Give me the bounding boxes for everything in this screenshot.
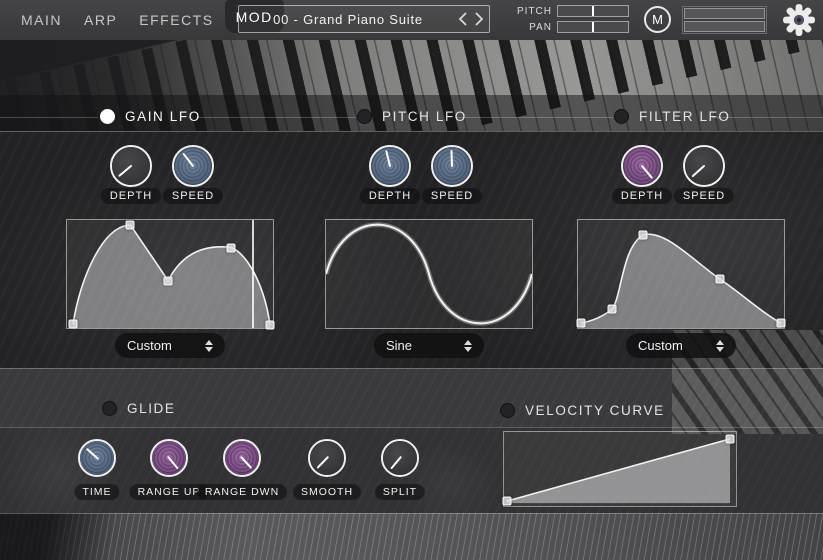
glide-range-down-label: RANGE DWN — [197, 484, 287, 500]
preset-next-icon[interactable] — [473, 11, 486, 27]
filter-lfo-section: DEPTH SPEED Custom — [577, 131, 785, 368]
preset-name: 00 - Grand Piano Suite — [239, 12, 457, 27]
pitch-label: PITCH — [505, 6, 557, 17]
gain-speed-knob[interactable] — [172, 145, 214, 187]
gain-depth-knob[interactable] — [110, 145, 152, 187]
header-rule — [196, 117, 356, 118]
pan-slider[interactable] — [557, 21, 629, 33]
gain-lfo-title: GAIN LFO — [125, 109, 201, 124]
glide-split-knob[interactable] — [381, 439, 419, 477]
select-arrows-icon — [464, 340, 472, 352]
glide-split-label: SPLIT — [375, 484, 425, 500]
curve-handle[interactable] — [68, 320, 77, 329]
pitch-depth-label: DEPTH — [360, 188, 420, 204]
curve-handle[interactable] — [639, 230, 648, 239]
curve-handle[interactable] — [715, 274, 724, 283]
divider — [0, 513, 823, 514]
filter-wave-select[interactable]: Custom — [626, 333, 736, 358]
curve-handle[interactable] — [126, 220, 135, 229]
piano-strings-background — [0, 513, 823, 560]
gain-wave-editor[interactable] — [66, 219, 274, 329]
pitch-lfo-section: DEPTH SPEED Sine — [325, 131, 533, 368]
curve-handle[interactable] — [777, 319, 786, 328]
glide-time-knob[interactable] — [78, 439, 116, 477]
preset-selector[interactable]: 00 - Grand Piano Suite — [238, 5, 490, 33]
tab-arp[interactable]: ARP — [73, 0, 128, 40]
pitch-speed-label: SPEED — [422, 188, 482, 204]
top-bar: MAIN ARP EFFECTS MOD 00 - Grand Piano Su… — [0, 0, 823, 40]
gain-lfo-toggle[interactable] — [100, 109, 115, 124]
filter-speed-knob[interactable] — [683, 145, 725, 187]
tab-main[interactable]: MAIN — [10, 0, 73, 40]
glide-time-label: TIME — [74, 484, 119, 500]
pitch-lfo-toggle[interactable] — [357, 109, 372, 124]
preset-prev-icon[interactable] — [457, 11, 470, 27]
curve-handle[interactable] — [227, 243, 236, 252]
filter-lfo-title: FILTER LFO — [639, 109, 731, 124]
settings-gear-icon[interactable] — [782, 3, 816, 37]
curve-handle[interactable] — [607, 305, 616, 314]
pitch-depth-knob[interactable] — [369, 145, 411, 187]
header-rule — [0, 117, 98, 118]
pitch-speed-knob[interactable] — [431, 145, 473, 187]
curve-handle[interactable] — [725, 434, 734, 443]
curve-handle[interactable] — [266, 321, 275, 330]
curve-handle[interactable] — [163, 276, 172, 285]
select-arrows-icon — [716, 340, 724, 352]
curve-handle[interactable] — [503, 496, 512, 505]
divider — [0, 368, 823, 369]
velocity-curve-header: VELOCITY CURVE — [500, 403, 665, 418]
gain-lfo-header: GAIN LFO — [100, 109, 201, 124]
velocity-curve-toggle[interactable] — [500, 403, 515, 418]
master-button[interactable]: M — [644, 6, 671, 33]
filter-lfo-toggle[interactable] — [614, 109, 629, 124]
filter-speed-label: SPEED — [674, 188, 734, 204]
glide-range-up-knob[interactable] — [150, 439, 188, 477]
filter-lfo-header: FILTER LFO — [614, 109, 731, 124]
level-meter-bottom-bar — [684, 21, 765, 32]
pitch-lfo-header: PITCH LFO — [357, 109, 467, 124]
filter-depth-knob[interactable] — [621, 145, 663, 187]
glide-title: GLIDE — [127, 401, 176, 416]
pan-label: PAN — [505, 22, 557, 33]
glide-smooth-label: SMOOTH — [293, 484, 361, 500]
filter-wave-editor[interactable] — [577, 219, 785, 329]
lfo-playhead — [252, 220, 254, 328]
pitch-slider-marker[interactable] — [592, 6, 594, 16]
pan-slider-marker[interactable] — [592, 22, 594, 32]
glide-range-down-knob[interactable] — [223, 439, 261, 477]
gain-wave-select[interactable]: Custom — [115, 333, 225, 358]
pitch-pan-controls: PITCH PAN — [505, 5, 635, 37]
pitch-wave-select[interactable]: Sine — [374, 333, 484, 358]
gain-depth-label: DEPTH — [101, 188, 161, 204]
filter-depth-label: DEPTH — [612, 188, 672, 204]
header-rule — [455, 117, 613, 118]
plugin-window: MAIN ARP EFFECTS MOD 00 - Grand Piano Su… — [0, 0, 823, 560]
glide-smooth-knob[interactable] — [308, 439, 346, 477]
level-meter-top-bar — [684, 8, 765, 19]
curve-handle[interactable] — [576, 319, 585, 328]
glide-header: GLIDE — [102, 401, 176, 416]
gain-speed-label: SPEED — [163, 188, 223, 204]
gain-lfo-section: DEPTH SPEED Custom — [66, 131, 274, 368]
pitch-lfo-title: PITCH LFO — [382, 109, 467, 124]
level-meter — [682, 6, 767, 34]
tab-effects[interactable]: EFFECTS — [128, 0, 224, 40]
velocity-curve-editor[interactable] — [503, 431, 737, 507]
glide-toggle[interactable] — [102, 401, 117, 416]
divider — [0, 427, 823, 428]
pitch-wave-editor[interactable] — [325, 219, 533, 329]
pitch-slider[interactable] — [557, 5, 629, 17]
velocity-curve-title: VELOCITY CURVE — [525, 403, 665, 418]
select-arrows-icon — [205, 340, 213, 352]
